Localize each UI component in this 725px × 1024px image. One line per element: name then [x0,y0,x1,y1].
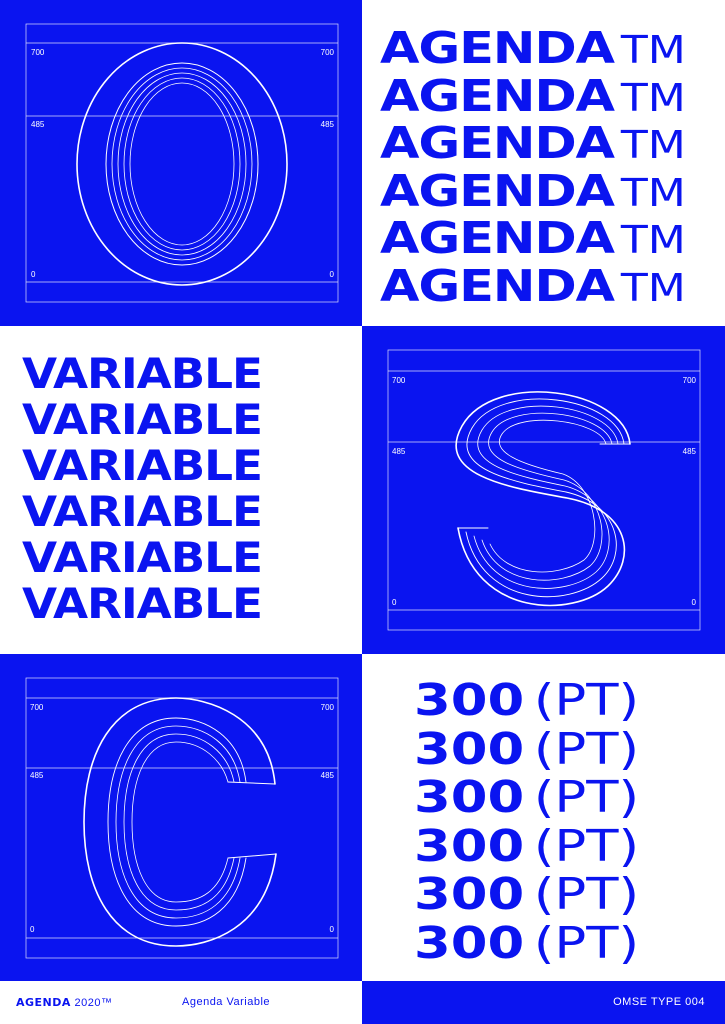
size-unit: (PT) [533,820,640,872]
agenda-word: AGENDA [380,260,615,312]
specimen-c-label-485-left: 485 [30,771,44,780]
trademark-mark: TM [620,218,686,262]
specimen-s-label-485-right: 485 [683,447,697,456]
size-unit: (PT) [533,772,640,823]
agenda-word: AGENDA [380,165,615,217]
trademark-mark: TM [620,75,686,120]
agenda-line: AGENDA TM [380,70,686,122]
specimen-s-panel: 700 700 485 485 0 0 [362,326,725,654]
poster: 700 700 485 485 0 0 AGENDA TM AGENDA TM AG… [0,0,725,1024]
specimen-s-label-700-left: 700 [392,376,406,385]
specimen-s-glyph-outlines [455,391,631,607]
specimen-o-label-700-right: 700 [321,48,335,57]
agenda-line: AGENDA TM [380,213,686,264]
size-number: 300 [414,723,525,775]
size-number: 300 [414,820,525,872]
size-line: 300 (PT) [414,820,640,872]
size-unit: (PT) [533,675,640,726]
trademark-mark: TM [620,265,686,310]
agenda-line: AGENDA TM [380,23,686,74]
footer-left: AGENDA 2020™ Agenda Variable [0,981,362,1024]
size-unit: (PT) [533,917,640,969]
size-line: 300 (PT) [414,917,640,969]
specimen-c-diagram: 700 700 485 485 0 0 [25,677,339,959]
specimen-o-diagram: 700 700 485 485 0 0 [25,23,339,303]
specimen-c-panel: 700 700 485 485 0 0 [0,654,362,981]
brand-name: AGENDA [16,996,71,1009]
specimen-c-glyph-outlines [83,697,277,947]
trademark-mark: TM [620,170,686,215]
specimen-c-frame [25,677,339,959]
footer-right: OMSE TYPE 004 [362,981,725,1024]
series-label: OMSE TYPE 004 [613,996,705,1008]
size-line: 300 (PT) [414,723,640,775]
product-name: Agenda Variable [182,996,271,1008]
specimen-o-glyph-outlines [76,42,288,286]
size-line: 300 (PT) [414,869,640,920]
variable-line: VARIABLE [22,579,263,628]
specimen-c-label-700-left: 700 [30,703,44,712]
specimen-s-label-700-right: 700 [683,376,697,385]
size-number: 300 [414,772,525,823]
specimen-o-panel: 700 700 485 485 0 0 [0,0,362,326]
specimen-o-label-0-right: 0 [330,270,335,279]
brand-year: 2020™ [74,997,113,1009]
agenda-stack: AGENDA TM AGENDA TM AGENDA TM AGENDA TM AGEN… [380,25,686,311]
variable-line: VARIABLE [22,349,263,398]
specimen-s-label-0-left: 0 [392,598,397,607]
specimen-o-label-0-left: 0 [31,270,36,279]
agenda-word: AGENDA [380,213,615,264]
agenda-line: AGENDA TM [380,260,686,312]
variable-line: VARIABLE [22,533,263,582]
size-line: 300 (PT) [414,772,640,823]
variable-line: VARIABLE [22,487,263,536]
trademark-mark: TM [620,28,686,72]
size-unit: (PT) [533,723,640,775]
agenda-word: AGENDA [380,23,615,74]
specimen-o-label-485-left: 485 [31,120,45,129]
variable-line: VARIABLE [22,395,263,444]
specimen-c-label-0-right: 0 [330,925,335,934]
size-line: 300 (PT) [414,675,640,726]
specimen-o-label-700-left: 700 [31,48,45,57]
footer: AGENDA 2020™ Agenda Variable OMSE TYPE 0… [0,981,725,1024]
agenda-line: AGENDA TM [380,165,686,217]
agenda-line: AGENDA TM [380,118,686,169]
size-number: 300 [414,675,525,726]
size-stack: 300 (PT) 300 (PT) 300 (PT) 300 (PT) 300 (PT) … [414,676,639,968]
specimen-c-label-485-right: 485 [321,771,335,780]
trademark-mark: TM [620,123,686,167]
agenda-word: AGENDA [380,70,615,122]
variable-stack: VARIABLE VARIABLE VARIABLE VARIABLE VARI… [22,351,263,627]
specimen-s-diagram: 700 700 485 485 0 0 [387,349,701,631]
brand-label: AGENDA 2020™ [16,996,112,1009]
specimen-c-label-700-right: 700 [321,703,335,712]
specimen-s-label-485-left: 485 [392,447,406,456]
size-number: 300 [414,869,525,920]
specimen-s-label-0-right: 0 [692,598,697,607]
variable-line: VARIABLE [22,441,263,490]
specimen-c-label-0-left: 0 [30,925,35,934]
agenda-word: AGENDA [380,118,615,169]
size-number: 300 [414,917,525,969]
size-unit: (PT) [533,869,640,920]
specimen-o-label-485-right: 485 [321,120,335,129]
